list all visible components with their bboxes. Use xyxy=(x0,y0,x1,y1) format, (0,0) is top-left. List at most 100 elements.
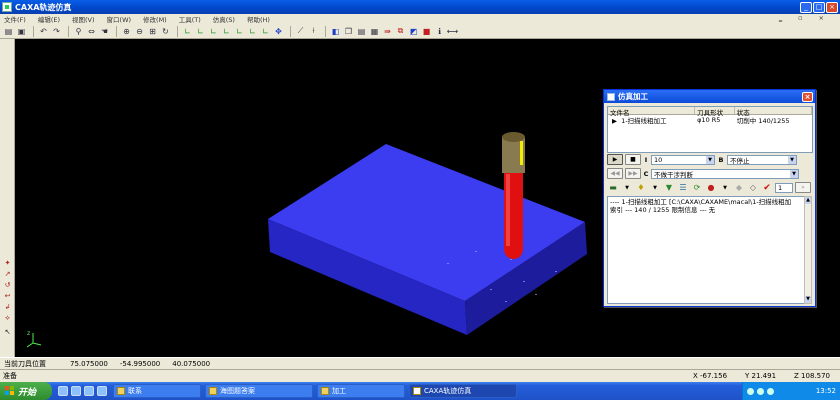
stop-button[interactable]: ■ xyxy=(625,154,641,165)
filter-icon[interactable]: ▼ xyxy=(663,182,675,193)
step-forward-button[interactable]: ▶▶ xyxy=(625,168,641,179)
measure-icon[interactable]: ⟋ xyxy=(295,26,306,37)
redo-icon[interactable]: ↷ xyxy=(51,26,62,37)
chevron-down-icon[interactable]: ▼ xyxy=(649,182,661,193)
desktop-icon[interactable] xyxy=(71,386,81,396)
col-filename[interactable]: 文件名 xyxy=(608,107,696,117)
break-select[interactable]: 不停止 ▼ xyxy=(727,154,797,165)
line-icon[interactable]: ⟷ xyxy=(447,26,458,37)
tray-ime-icon[interactable] xyxy=(747,387,754,395)
step-back-button[interactable]: ◀◀ xyxy=(607,168,623,179)
close-button[interactable]: × xyxy=(826,1,838,13)
spline-tool-icon[interactable]: ↩ xyxy=(2,292,13,302)
menu-file[interactable]: 文件(F) xyxy=(4,14,26,24)
hand-icon[interactable]: ☚ xyxy=(99,26,110,37)
play-button[interactable]: ▶ xyxy=(607,154,623,165)
zoom-out-icon[interactable]: ⊖ xyxy=(134,26,145,37)
menu-help[interactable]: 帮助(H) xyxy=(247,14,270,24)
mdi-restore-icon[interactable]: ▫ xyxy=(798,14,802,22)
view-front-icon[interactable]: ∟ xyxy=(182,26,193,37)
zoom-window-icon[interactable]: ⊞ xyxy=(147,26,158,37)
mdi-minimize-icon[interactable]: ‗ xyxy=(779,14,782,22)
dialog-icon xyxy=(607,92,615,101)
stock-icon[interactable]: ■ xyxy=(421,26,432,37)
view-bottom-icon[interactable]: ∟ xyxy=(247,26,258,37)
wireframe-icon[interactable]: ❒ xyxy=(343,26,354,37)
tool-display-icon[interactable]: ♦ xyxy=(635,182,647,193)
move-icon[interactable]: ✥ xyxy=(273,26,284,37)
start-button[interactable]: 开始 xyxy=(0,382,52,400)
shade-icon[interactable]: ◧ xyxy=(330,26,341,37)
mdi-close-icon[interactable]: × xyxy=(819,14,824,22)
menu-modify[interactable]: 修改(M) xyxy=(143,14,167,24)
step-input[interactable]: 1 xyxy=(775,182,793,193)
check-mark-icon[interactable]: ✔ xyxy=(761,182,773,193)
open-file-icon[interactable]: ▤ xyxy=(3,26,14,37)
view-left-icon[interactable]: ∟ xyxy=(208,26,219,37)
tray-volume-icon[interactable] xyxy=(767,387,774,395)
menu-edit[interactable]: 编辑(E) xyxy=(38,14,60,24)
select-pointer-icon[interactable]: ↖ xyxy=(2,328,13,338)
erase-icon[interactable]: ◇ xyxy=(747,182,759,193)
save-icon[interactable]: ▣ xyxy=(16,26,27,37)
task-contact[interactable]: 联系 xyxy=(113,384,201,398)
zoom-in-icon[interactable]: ⊕ xyxy=(121,26,132,37)
trim-tool-icon[interactable]: ↲ xyxy=(2,303,13,313)
file-list[interactable]: 文件名 刀具形状 状态 ▶ 1-扫描线粗加工 φ10 R5 切削中 140/12… xyxy=(607,106,813,153)
view-top-icon[interactable]: ∟ xyxy=(234,26,245,37)
view-back-icon[interactable]: ∟ xyxy=(195,26,206,37)
forward-button[interactable]: » xyxy=(795,182,811,193)
simulate-icon[interactable]: ⧉ xyxy=(395,26,406,37)
node-tool-icon[interactable]: ⟡ xyxy=(2,314,13,324)
list-icon[interactable]: ▤ xyxy=(356,26,367,37)
interval-value: 10 xyxy=(654,155,663,164)
folder-icon[interactable] xyxy=(97,386,107,396)
chevron-down-icon: ▼ xyxy=(790,169,798,178)
info-icon[interactable]: ℹ xyxy=(434,26,445,37)
check-label: C xyxy=(643,169,649,178)
dialog-close-button[interactable]: × xyxy=(802,91,813,102)
task-caxa[interactable]: CAXA轨迹仿真 xyxy=(409,384,517,398)
pick-icon[interactable]: ⟊ xyxy=(308,26,319,37)
point-display-icon[interactable]: ● xyxy=(705,182,717,193)
pan-arrows-icon[interactable]: ⇔ xyxy=(86,26,97,37)
scroll-down-icon[interactable]: ▼ xyxy=(805,296,811,303)
magnify-icon[interactable]: ⚲ xyxy=(73,26,84,37)
col-status[interactable]: 状态 xyxy=(735,107,812,117)
interval-select[interactable]: 10 ▼ xyxy=(651,154,715,165)
list-item[interactable]: ▶ 1-扫描线粗加工 φ10 R5 切削中 140/1255 xyxy=(608,115,812,125)
shade-display-icon[interactable]: ◆ xyxy=(733,182,745,193)
collision-select[interactable]: 不做干涉判断 ▼ xyxy=(651,168,799,179)
chevron-down-icon[interactable]: ▼ xyxy=(719,182,731,193)
task-answers[interactable]: 海图题答案 xyxy=(205,384,313,398)
scroll-up-icon[interactable]: ▲ xyxy=(805,197,811,204)
col-tool-shape[interactable]: 刀具形状 xyxy=(695,107,735,117)
curve-tool-icon[interactable]: ↺ xyxy=(2,281,13,291)
menu-simulate[interactable]: 仿真(S) xyxy=(213,14,235,24)
menu-view[interactable]: 视图(V) xyxy=(72,14,95,24)
layers-icon[interactable]: ☰ xyxy=(677,182,689,193)
stock-display-icon[interactable]: ▬ xyxy=(607,182,619,193)
undo-icon[interactable]: ↶ xyxy=(38,26,49,37)
task-machining[interactable]: 加工 xyxy=(317,384,405,398)
arc-tool-icon[interactable]: ↗ xyxy=(2,270,13,280)
tray-network-icon[interactable] xyxy=(757,387,764,395)
rotate-icon[interactable]: ⟳ xyxy=(691,182,703,193)
refresh-view-icon[interactable]: ↻ xyxy=(160,26,171,37)
point-tool-icon[interactable]: ✦ xyxy=(2,259,13,269)
browser-icon[interactable] xyxy=(58,386,68,396)
media-icon[interactable] xyxy=(84,386,94,396)
tool-path-icon[interactable]: ⇛ xyxy=(382,26,393,37)
maximize-button[interactable]: □ xyxy=(813,1,825,13)
info-scrollbar[interactable]: ▲ ▼ xyxy=(804,196,812,304)
chevron-down-icon[interactable]: ▼ xyxy=(621,182,633,193)
task-label: 加工 xyxy=(332,387,346,395)
minimize-button[interactable]: _ xyxy=(800,1,812,13)
menu-tools[interactable]: 工具(T) xyxy=(179,14,201,24)
view-iso-icon[interactable]: ∟ xyxy=(260,26,271,37)
render-icon[interactable]: ◩ xyxy=(408,26,419,37)
view-right-icon[interactable]: ∟ xyxy=(221,26,232,37)
grid-icon[interactable]: ▦ xyxy=(369,26,380,37)
menu-window[interactable]: 窗口(W) xyxy=(107,14,132,24)
toolbar-separator xyxy=(325,25,326,37)
